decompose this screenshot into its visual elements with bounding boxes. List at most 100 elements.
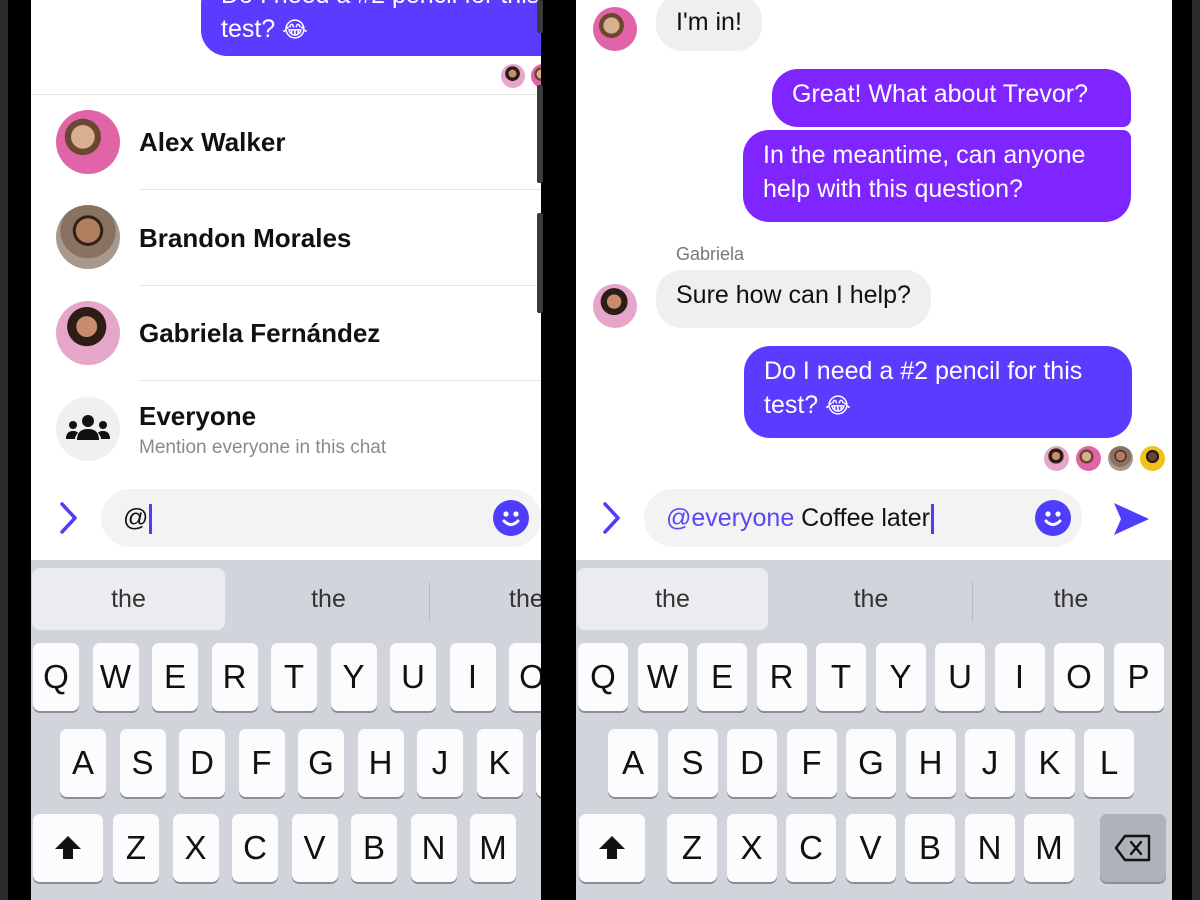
text-caret — [930, 504, 934, 535]
read-receipt-avatar — [501, 64, 525, 88]
key-n[interactable]: N — [964, 814, 1015, 882]
message-text: test? — [221, 15, 276, 43]
left-phone-screen: Do I need a #2 pencil for this test? 😂 A… — [31, 0, 541, 900]
key-h[interactable]: H — [905, 729, 956, 797]
key-b[interactable]: B — [905, 814, 955, 882]
phone-divider-bezel — [541, 0, 576, 900]
key-h[interactable]: H — [357, 729, 404, 797]
key-z[interactable]: Z — [113, 814, 159, 882]
key-s[interactable]: S — [119, 729, 166, 797]
key-o[interactable]: O — [509, 643, 541, 711]
key-v[interactable]: V — [845, 814, 896, 882]
key-q[interactable]: Q — [33, 643, 79, 711]
key-w[interactable]: W — [637, 643, 688, 711]
prediction-2[interactable]: the — [231, 568, 426, 630]
prediction-1[interactable]: the — [577, 568, 768, 630]
sent-message-bubble[interactable]: Do I need a #2 pencil for this test? 😂 — [201, 0, 541, 56]
emoji-button[interactable] — [493, 500, 529, 536]
key-t[interactable]: T — [271, 643, 317, 711]
prediction-3[interactable]: the — [973, 568, 1169, 630]
mention-name: Alex Walker — [139, 127, 286, 157]
backspace-key[interactable] — [1100, 814, 1166, 882]
volume-button — [537, 213, 543, 313]
message-text-line2: test? 😂 — [221, 12, 541, 48]
key-m[interactable]: M — [470, 814, 516, 882]
key-o[interactable]: O — [1054, 643, 1104, 711]
key-d[interactable]: D — [179, 729, 225, 797]
mention-name: Brandon Morales — [139, 223, 352, 253]
key-q[interactable]: Q — [578, 643, 628, 711]
key-b[interactable]: B — [351, 814, 397, 882]
message-input-value: Coffee later — [794, 504, 930, 532]
key-x[interactable]: X — [726, 814, 777, 882]
key-k[interactable]: K — [476, 729, 523, 797]
sent-message-bubble[interactable]: In the meantime, can anyone help with th… — [743, 130, 1131, 222]
key-a[interactable]: A — [608, 729, 658, 797]
prediction-2[interactable]: the — [772, 568, 970, 630]
key-p[interactable]: P — [1113, 643, 1164, 711]
laughing-emoji: 😂 — [282, 18, 308, 43]
mention-token: @everyone — [666, 504, 795, 532]
key-j[interactable]: J — [417, 729, 463, 797]
prediction-1[interactable]: the — [32, 568, 225, 630]
key-k[interactable]: K — [1024, 729, 1075, 797]
key-i[interactable]: I — [449, 643, 496, 711]
message-input-value: @ — [123, 504, 149, 532]
key-y[interactable]: Y — [330, 643, 377, 711]
expand-chevron-icon[interactable] — [53, 500, 83, 536]
read-receipt-avatar — [1076, 446, 1101, 471]
key-y[interactable]: Y — [875, 643, 926, 711]
key-e[interactable]: E — [152, 643, 198, 711]
message-input[interactable]: @everyone Coffee later — [644, 489, 1082, 547]
sender-avatar-alex — [593, 7, 637, 51]
message-text-line2: test? — [764, 391, 819, 419]
key-t[interactable]: T — [816, 643, 866, 711]
key-r[interactable]: R — [211, 643, 258, 711]
read-receipt-avatar — [1108, 446, 1133, 471]
sent-message-bubble[interactable]: Great! What about Trevor? — [772, 69, 1131, 127]
key-s[interactable]: S — [667, 729, 718, 797]
key-f[interactable]: F — [238, 729, 285, 797]
key-m[interactable]: M — [1024, 814, 1074, 882]
key-l[interactable]: L — [536, 729, 541, 797]
key-g[interactable]: G — [846, 729, 896, 797]
key-u[interactable]: U — [935, 643, 985, 711]
shift-arrow-icon — [599, 836, 625, 859]
mention-item-everyone[interactable]: Everyone Mention everyone in this chat — [31, 381, 541, 477]
message-input[interactable]: @ — [101, 489, 541, 547]
key-r[interactable]: R — [756, 643, 807, 711]
received-message-bubble[interactable]: Sure how can I help? — [656, 270, 931, 328]
key-i[interactable]: I — [994, 643, 1045, 711]
emoji-button[interactable] — [1035, 500, 1071, 536]
mention-subtitle: Mention everyone in this chat — [139, 437, 387, 458]
key-g[interactable]: G — [298, 729, 344, 797]
expand-chevron-icon[interactable] — [596, 500, 626, 536]
key-e[interactable]: E — [697, 643, 747, 711]
key-u[interactable]: U — [390, 643, 436, 711]
key-l[interactable]: L — [1084, 729, 1134, 797]
key-z[interactable]: Z — [667, 814, 717, 882]
sender-name-label: Gabriela — [676, 244, 745, 264]
mention-item-brandon-morales[interactable]: Brandon Morales — [31, 190, 541, 286]
key-w[interactable]: W — [92, 643, 139, 711]
key-f[interactable]: F — [786, 729, 837, 797]
mention-item-gabriela-fernandez[interactable]: Gabriela Fernández — [31, 286, 541, 382]
shift-arrow-icon — [55, 836, 81, 859]
key-x[interactable]: X — [172, 814, 219, 882]
avatar-gabriela — [56, 301, 120, 365]
shift-key[interactable] — [579, 814, 645, 882]
key-a[interactable]: A — [60, 729, 106, 797]
mention-item-alex-walker[interactable]: Alex Walker — [31, 95, 541, 191]
key-j[interactable]: J — [965, 729, 1015, 797]
received-message-bubble[interactable]: I'm in! — [656, 0, 762, 51]
key-v[interactable]: V — [291, 814, 338, 882]
sent-message-bubble[interactable]: Do I need a #2 pencil for this test? 😂 — [744, 346, 1132, 438]
key-c[interactable]: C — [232, 814, 278, 882]
prediction-3[interactable]: the — [431, 568, 541, 630]
read-receipt-avatar — [1140, 446, 1165, 471]
shift-key[interactable] — [33, 814, 103, 882]
key-d[interactable]: D — [727, 729, 777, 797]
key-n[interactable]: N — [410, 814, 457, 882]
key-c[interactable]: C — [786, 814, 836, 882]
send-button[interactable] — [1111, 500, 1151, 538]
